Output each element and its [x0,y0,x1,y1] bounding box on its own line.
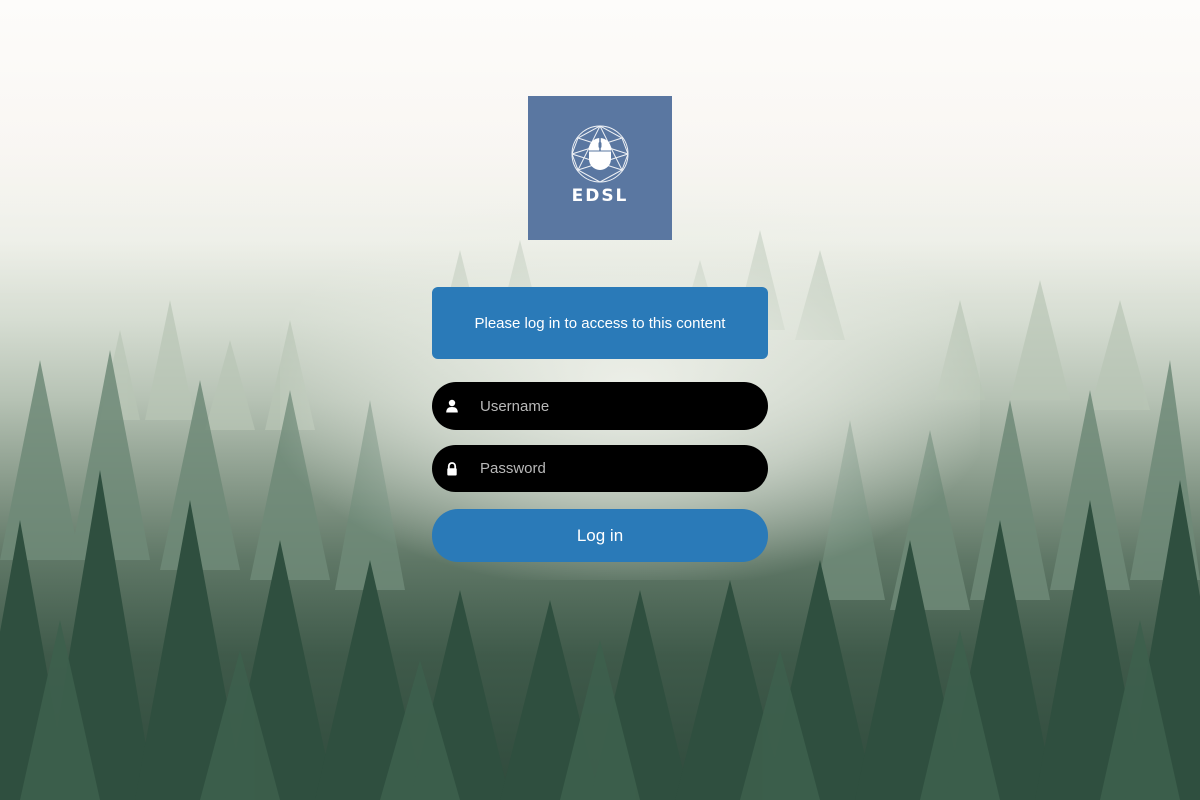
password-input[interactable] [480,460,750,477]
username-field[interactable] [432,382,768,430]
mouse-globe-icon [571,125,629,183]
logo-text: EDSL [571,186,629,206]
login-button[interactable]: Log in [432,509,768,562]
login-required-notice: Please log in to access to this content [432,287,768,359]
lock-icon [447,461,457,475]
edsl-logo: EDSL [528,96,672,240]
password-field[interactable] [432,445,768,492]
notice-text: Please log in to access to this content [474,314,726,332]
login-page: EDSL Please log in to access to this con… [0,0,1200,800]
user-icon [446,399,458,413]
username-input[interactable] [480,397,750,415]
